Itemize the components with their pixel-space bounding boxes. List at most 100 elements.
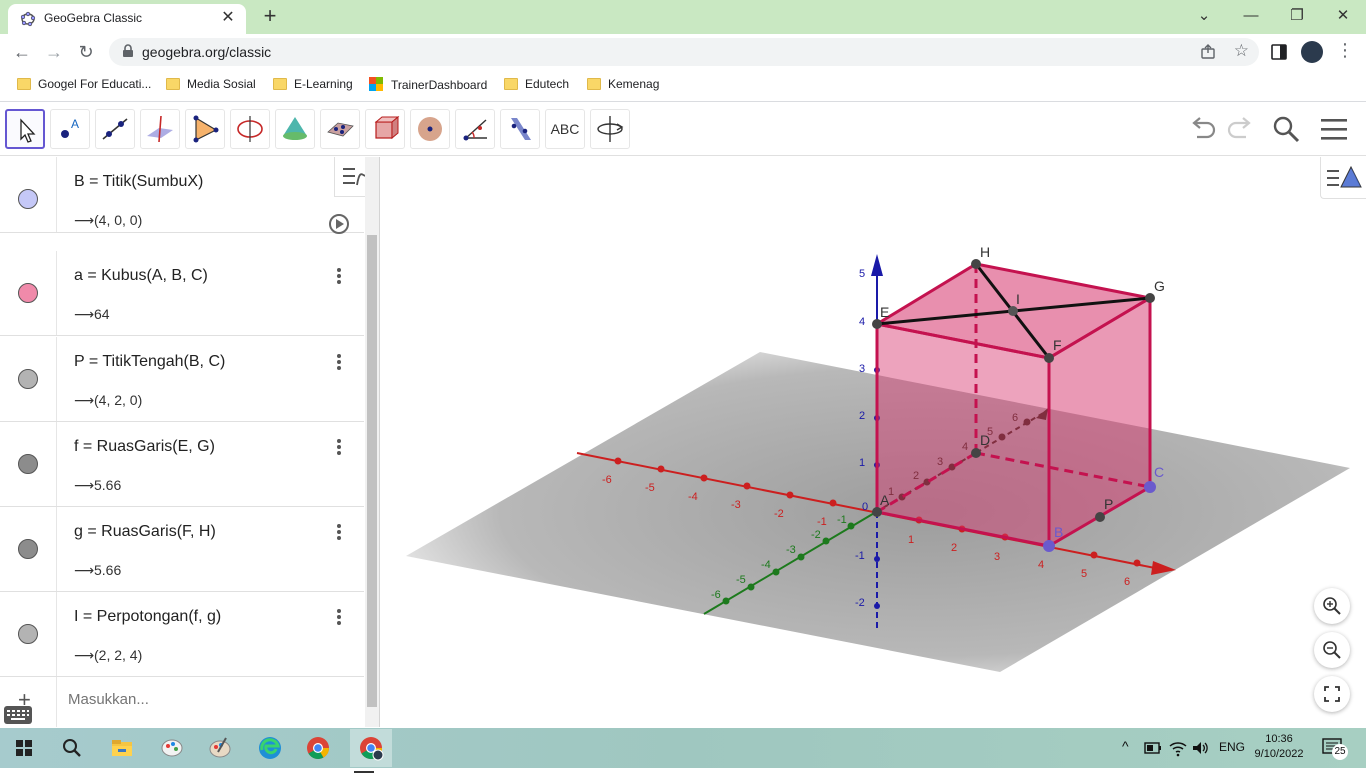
point-D[interactable] [971,448,981,458]
graphics-style-bar-toggle[interactable] [1320,157,1366,199]
algebra-definition[interactable]: g = RuasGaris(F, H) [74,523,216,541]
z-tick-label: 4 [859,316,865,328]
close-window-button[interactable]: ✕ [1329,4,1357,28]
search-icon[interactable] [58,734,86,762]
graphics-3d-view[interactable]: -6 -5 -4 -3 -2 -1 1 2 3 4 5 6 -6 -5 -4 -… [381,157,1366,727]
show-hidden-icons-chevron[interactable]: ^ [1122,738,1129,754]
restore-button[interactable]: ❐ [1283,4,1311,28]
zoom-out-button[interactable] [1314,632,1350,668]
point-C[interactable] [1144,481,1156,493]
bookmark-folder[interactable]: E-Learning [273,77,353,95]
browser-tab[interactable]: GeoGebra Classic ✕ [8,4,246,34]
edge-browser-icon[interactable] [256,734,284,762]
bookmark-folder[interactable]: Edutech [504,77,569,95]
scrollbar-thumb[interactable] [367,235,377,707]
move-tool[interactable] [5,109,45,149]
sphere-tool[interactable] [410,109,450,149]
perpendicular-line-tool[interactable] [140,109,180,149]
more-options-icon[interactable] [334,607,344,627]
more-options-icon[interactable] [334,352,344,372]
tab-search-chevron-icon[interactable]: ⌄ [1190,4,1218,28]
undo-icon[interactable] [1187,113,1219,145]
visibility-marble[interactable] [18,189,38,209]
point-A[interactable] [872,507,882,517]
redo-icon[interactable] [1224,113,1256,145]
reflect-tool[interactable] [500,109,540,149]
address-bar[interactable]: geogebra.org/classic ☆ [109,38,1259,66]
bookmark-item[interactable]: Googel For Educati... [17,77,151,95]
keyboard-icon[interactable] [4,706,32,724]
notification-center[interactable]: 25 [1322,738,1348,760]
paint-app-icon[interactable] [158,734,186,762]
chrome-profile-active[interactable] [350,729,392,773]
bookmark-star-icon[interactable]: ☆ [1234,41,1249,61]
plane-tool[interactable] [320,109,360,149]
point-G[interactable] [1145,293,1155,303]
visibility-marble[interactable] [18,539,38,559]
algebra-definition[interactable]: I = Perpotongan(f, g) [74,608,221,626]
graphics-3d-canvas[interactable]: -6 -5 -4 -3 -2 -1 1 2 3 4 5 6 -6 -5 -4 -… [381,157,1366,727]
new-tab-button[interactable]: + [258,5,282,29]
file-explorer-icon[interactable] [108,734,136,762]
profile-avatar[interactable] [1301,41,1323,63]
algebra-item-I[interactable]: I = Perpotongan(f, g) ⟶(2, 2, 4) [0,592,364,677]
point-H[interactable] [971,259,981,269]
point-tool[interactable]: A [50,109,90,149]
side-panel-icon[interactable] [1270,43,1288,61]
bookmark-folder[interactable]: Kemenag [587,77,659,95]
circle-axis-tool[interactable] [230,109,270,149]
algebra-item-B[interactable]: B = Titik(SumbuX) ⟶(4, 0, 0) [0,157,364,234]
fullscreen-button[interactable] [1314,676,1350,712]
visibility-marble[interactable] [18,283,38,303]
polygon-tool[interactable] [185,109,225,149]
more-options-icon[interactable] [334,437,344,457]
algebra-definition[interactable]: B = Titik(SumbuX) [74,173,203,191]
reload-icon[interactable]: ↻ [74,40,98,64]
point-B[interactable] [1043,540,1055,552]
bookmark-folder[interactable]: Media Sosial [166,77,256,95]
line-tool[interactable] [95,109,135,149]
clock[interactable]: 10:36 9/10/2022 [1249,732,1309,762]
point-I[interactable] [1008,306,1018,316]
language-indicator[interactable]: ENG [1219,740,1245,754]
algebra-item-g[interactable]: g = RuasGaris(F, H) ⟶5.66 [0,507,364,592]
play-animation-icon[interactable] [329,214,349,234]
paint3d-app-icon[interactable] [206,734,234,762]
algebra-scrollbar[interactable] [365,157,379,727]
point-E[interactable] [872,319,882,329]
more-options-icon[interactable] [334,522,344,542]
pyramid-tool[interactable] [275,109,315,149]
browser-menu-icon[interactable]: ⋮ [1336,40,1354,61]
bookmark-item[interactable]: TrainerDashboard [369,77,487,95]
tab-close-icon[interactable]: ✕ [218,8,238,28]
rotate-view-tool[interactable] [590,109,630,149]
algebra-item-P[interactable]: P = TitikTengah(B, C) ⟶(4, 2, 0) [0,337,364,422]
algebra-definition[interactable]: a = Kubus(A, B, C) [74,267,208,285]
search-icon[interactable] [1270,113,1302,145]
zoom-in-button[interactable] [1314,588,1350,624]
battery-icon[interactable] [1144,741,1162,755]
hamburger-menu-icon[interactable] [1318,113,1350,145]
visibility-marble[interactable] [18,369,38,389]
chrome-icon[interactable] [304,734,332,762]
point-P[interactable] [1095,512,1105,522]
algebra-item-a[interactable]: a = Kubus(A, B, C) ⟶64 [0,251,364,336]
angle-tool[interactable] [455,109,495,149]
volume-icon[interactable] [1191,739,1209,757]
windows-start-icon[interactable] [10,734,38,762]
visibility-marble[interactable] [18,454,38,474]
algebra-input[interactable] [68,691,348,708]
algebra-item-f[interactable]: f = RuasGaris(E, G) ⟶5.66 [0,422,364,507]
algebra-definition[interactable]: P = TitikTengah(B, C) [74,353,225,371]
point-F[interactable] [1044,353,1054,363]
share-icon[interactable] [1199,43,1217,61]
forward-arrow-icon[interactable]: → [42,40,66,64]
visibility-marble[interactable] [18,624,38,644]
wifi-icon[interactable] [1168,739,1188,757]
minimize-button[interactable]: — [1237,4,1265,28]
net-tool[interactable] [365,109,405,149]
more-options-icon[interactable] [334,266,344,286]
text-tool[interactable]: ABC [545,109,585,149]
back-arrow-icon[interactable]: ← [10,40,34,64]
algebra-definition[interactable]: f = RuasGaris(E, G) [74,438,215,456]
